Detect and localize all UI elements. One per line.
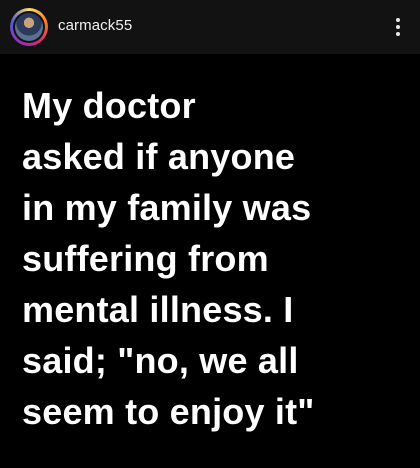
post-text-line: said; "no, we all [22, 340, 299, 381]
post-text: My doctor asked if anyone in my family w… [22, 80, 414, 437]
post-header: carmack55 [0, 0, 420, 54]
post-text-line: mental illness. I [22, 289, 294, 330]
avatar-frame [13, 11, 45, 43]
post-text-line: in my family was [22, 187, 312, 228]
post-text-line: asked if anyone [22, 136, 296, 177]
avatar[interactable] [10, 8, 48, 46]
dot [396, 18, 400, 22]
post-text-line: suffering from [22, 238, 269, 279]
post-text-line: My doctor [22, 85, 196, 126]
post-image[interactable]: My doctor asked if anyone in my family w… [0, 54, 420, 468]
more-options-icon[interactable] [388, 14, 408, 40]
username-link[interactable]: carmack55 [58, 17, 132, 34]
dot [396, 32, 400, 36]
post-text-line: seem to enjoy it" [22, 391, 315, 432]
dot [396, 25, 400, 29]
profile-photo-icon [15, 13, 43, 41]
